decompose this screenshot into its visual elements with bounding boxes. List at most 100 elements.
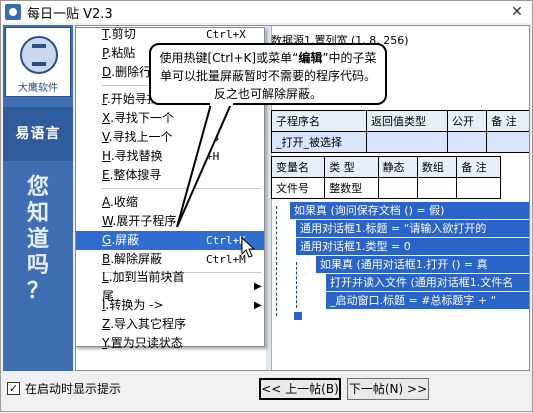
- table-header: 子程序名: [271, 110, 367, 132]
- menu-accelerator-key: G: [102, 233, 112, 247]
- menu-item-find-prev[interactable]: V.寻找上一个 F3: [76, 128, 264, 147]
- prev-tip-button[interactable]: << 上一帖(B): [259, 378, 341, 400]
- menu-item-text: .寻找上一个: [108, 130, 173, 144]
- menu-item-collapse[interactable]: A.收缩: [76, 193, 264, 212]
- table-header: 公开: [447, 110, 488, 132]
- menu-shortcut: F3: [206, 131, 220, 144]
- tip-bold-text: 编辑: [298, 51, 323, 65]
- menu-item-text: .删除行: [111, 65, 152, 79]
- menu-item-label: X.寻找下一个: [102, 109, 206, 128]
- logo-bars: [32, 44, 46, 66]
- table-header: 返回值类型: [365, 110, 449, 132]
- submenu-arrow-icon: ▶: [254, 300, 262, 311]
- tip-callout: 使用热键[Ctrl+K]或菜单“编辑”中的子菜单可以批量屏蔽暂时不需要的程序代码…: [149, 43, 387, 105]
- table-header: 备 注: [456, 156, 501, 178]
- menu-accelerator-key: W: [102, 214, 113, 228]
- did-you-know-char: 吗: [26, 253, 49, 278]
- menu-item-text: .屏蔽: [111, 233, 140, 247]
- menu-item-text: .粘贴: [107, 46, 136, 60]
- menu-shortcut: +H: [206, 150, 220, 163]
- menu-accelerator-key: L: [102, 269, 109, 284]
- menu-item-expand[interactable]: W.展开子程序: [76, 212, 264, 231]
- menu-item-global-search[interactable]: E.整体搜寻: [76, 166, 264, 185]
- menu-item-text: .寻找替换: [110, 149, 163, 163]
- tip-text: 使用热键[Ctrl+K]或菜单“: [159, 51, 299, 65]
- menu-item-text: .转换为 ->: [105, 298, 164, 312]
- tip-of-day-window: 每日一贴 V2.3 ✕ 大鹰软件 易语言 您 知 道 吗 ？ 数据源1.置列宽 …: [0, 0, 533, 412]
- app-icon: [5, 4, 21, 20]
- menu-item-import[interactable]: Z.导入其它程序: [76, 315, 264, 334]
- submenu-arrow-icon: ▶: [254, 281, 262, 292]
- menu-item-label: Z.导入其它程序: [102, 315, 206, 334]
- code-lines: 如果真 (询问保存文档 () = 假) 通用对话框1.标题 = “请输入欲打开的…: [290, 202, 529, 310]
- menu-item-label: Y.置为只读状态: [102, 334, 206, 353]
- menu-item-text: .解除屏蔽: [110, 252, 163, 266]
- show-on-startup-label: 在启动时显示提示: [25, 382, 122, 396]
- menu-item-text: .展开子程序: [112, 214, 177, 228]
- menu-accelerator-key: A: [102, 195, 110, 209]
- menu-item-label: I.转换为 ->: [102, 296, 196, 315]
- menu-item-convert[interactable]: I.转换为 -> ▶: [76, 296, 264, 315]
- did-you-know-char: 道: [26, 227, 49, 252]
- menu-accelerator-key: Z: [102, 317, 111, 331]
- logo-text: 大鹰软件: [18, 83, 58, 94]
- menu-item-find-next[interactable]: X.寻找下一个: [76, 109, 264, 128]
- menu-accelerator-key: H: [102, 149, 111, 163]
- menu-item-replace[interactable]: H.寻找替换 +H: [76, 147, 264, 166]
- menu-item-cut[interactable]: T.剪切 Ctrl+X: [76, 25, 264, 44]
- menu-accelerator-key: D: [102, 65, 112, 79]
- menu-accelerator-key: B: [102, 252, 111, 266]
- menu-item-text: .置为只读状态: [106, 336, 183, 350]
- show-on-startup-checkbox[interactable]: ✓: [7, 382, 20, 395]
- window-title: 每日一贴 V2.3: [27, 6, 113, 22]
- table-cell: [377, 177, 418, 199]
- title-bar: 每日一贴 V2.3 ✕: [1, 1, 532, 23]
- menu-item-label: H.寻找替换: [102, 147, 206, 166]
- table-cell: [486, 131, 529, 153]
- code-line[interactable]: _启动窗口.标题 = #总标题字 + “: [326, 292, 529, 309]
- menu-shortcut: Ctrl+X: [206, 28, 246, 41]
- mouse-pointer-icon: [241, 237, 256, 258]
- menu-item-text: .寻找下一个: [110, 111, 175, 125]
- table-cell: [365, 131, 449, 153]
- table-header: 数组: [416, 156, 458, 178]
- next-tip-button[interactable]: 下一帖(N) >>: [347, 378, 429, 400]
- code-line[interactable]: 如果真 (询问保存文档 () = 假): [290, 202, 529, 219]
- menu-item-label: T.剪切: [102, 25, 206, 44]
- table-cell: 文件号: [270, 177, 326, 199]
- table-header: 静态: [377, 156, 418, 178]
- table-cell: [416, 177, 458, 199]
- company-logo: 大鹰软件: [5, 27, 71, 97]
- table-header: 备 注: [486, 110, 529, 132]
- menu-item-label: B.解除屏蔽: [102, 250, 206, 269]
- menu-item-unblock[interactable]: B.解除屏蔽 Ctrl+M: [76, 250, 264, 269]
- yiyu-label: 易语言: [3, 107, 73, 161]
- code-line[interactable]: 如果真 (通用对话框1.打开 () = 真: [316, 256, 529, 273]
- menu-item-text: .导入其它程序: [110, 317, 187, 331]
- menu-item-label: E.整体搜寻: [102, 166, 206, 185]
- menu-item-text: .剪切: [107, 27, 136, 41]
- table-header: 类 型: [324, 156, 379, 178]
- close-icon[interactable]: ✕: [502, 1, 532, 23]
- menu-item-block[interactable]: G.屏蔽 Ctrl+K: [76, 231, 264, 250]
- table-cell: [447, 131, 488, 153]
- variable-table: 变量名 类 型 静态 数组 备 注 文件号 整数型: [270, 156, 501, 199]
- left-panel: 大鹰软件 易语言 您 知 道 吗 ？: [3, 25, 73, 371]
- code-line[interactable]: 通用对话框1.类型 = 0: [296, 238, 529, 255]
- did-you-know-char: 您: [26, 175, 49, 200]
- menu-item-readonly[interactable]: Y.置为只读状态: [76, 334, 264, 353]
- menu-separator: [102, 188, 262, 189]
- did-you-know-label: 您 知 道 吗 ？: [3, 175, 73, 305]
- menu-item-label: W.展开子程序: [102, 212, 206, 231]
- table-cell: 整数型: [324, 177, 379, 199]
- table-cell: [456, 177, 501, 199]
- menu-accelerator-key: E: [102, 168, 110, 182]
- code-cursor-block: [294, 312, 302, 320]
- block-guide: [276, 206, 277, 316]
- table-header: 变量名: [270, 156, 326, 178]
- code-line[interactable]: 通用对话框1.标题 = “请输入欲打开的: [296, 220, 529, 237]
- did-you-know-char: ？: [26, 279, 49, 304]
- menu-item-label: A.收缩: [102, 193, 206, 212]
- menu-item-wrap[interactable]: L.加到当前块首尾 ▶: [76, 270, 264, 303]
- code-line[interactable]: 打开并读入文件 (通用对话框1.文件名: [326, 274, 529, 291]
